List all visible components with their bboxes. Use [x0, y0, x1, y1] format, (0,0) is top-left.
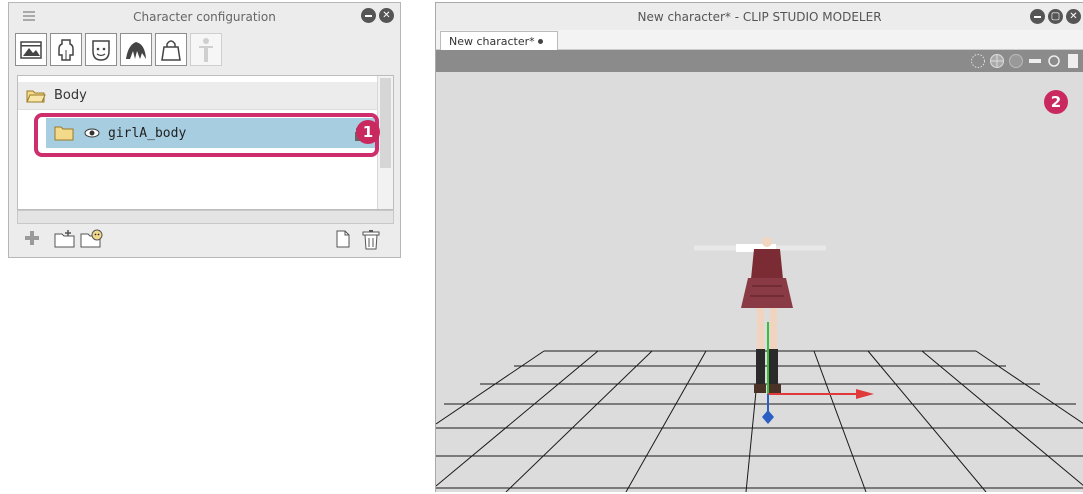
- 3d-viewport[interactable]: [436, 74, 1083, 492]
- panel-grip-icon[interactable]: [23, 11, 35, 21]
- hair-icon: [126, 41, 146, 59]
- modeler-window: New character* - CLIP STUDIO MODELER ▢ ✕…: [435, 2, 1083, 492]
- tree-group-label: Body: [54, 88, 87, 103]
- highlight-frame: [34, 113, 379, 157]
- new-page-icon[interactable]: [335, 229, 351, 252]
- axis-gizmo: [762, 322, 874, 424]
- new-folder-icon[interactable]: [53, 229, 77, 252]
- callout-badge-1: 1: [356, 120, 380, 144]
- unsaved-dot-icon[interactable]: [538, 39, 543, 44]
- bag-icon: [161, 39, 181, 61]
- point-display-icon[interactable]: [970, 53, 986, 69]
- head-parts-button[interactable]: [85, 33, 117, 66]
- panel-title-bar[interactable]: Character configuration ✕: [9, 3, 400, 31]
- character-right-shoe: [769, 384, 781, 393]
- panel-bottom-toolbar: [9, 223, 400, 257]
- trash-icon[interactable]: [361, 229, 381, 254]
- wireframe-sphere-icon[interactable]: [989, 53, 1005, 69]
- character-skirt: [741, 278, 793, 308]
- maximize-icon[interactable]: ▢: [1048, 9, 1063, 24]
- background-parts-button[interactable]: [15, 33, 47, 66]
- minimize-icon[interactable]: [1030, 9, 1045, 24]
- landscape-icon: [20, 40, 42, 59]
- character-left-sock: [756, 349, 765, 385]
- panel-title: Character configuration: [133, 10, 276, 24]
- close-icon[interactable]: ✕: [1066, 9, 1081, 24]
- bone-icon[interactable]: [1027, 53, 1043, 69]
- window-title: New character* - CLIP STUDIO MODELER: [637, 9, 882, 24]
- character-right-sock: [769, 349, 778, 385]
- pose-parts-button[interactable]: [190, 33, 222, 66]
- view-toolbar: [436, 50, 1083, 72]
- parts-toolbar: [15, 33, 222, 66]
- window-title-bar[interactable]: New character* - CLIP STUDIO MODELER ▢ ✕: [436, 3, 1083, 30]
- panel-toggle-icon[interactable]: [1065, 53, 1081, 69]
- z-axis-marker: [762, 410, 774, 424]
- character-head: [762, 237, 772, 247]
- minimize-icon[interactable]: [361, 8, 376, 23]
- accessory-parts-button[interactable]: [155, 33, 187, 66]
- open-folder-icon: [26, 90, 46, 102]
- 3d-scene[interactable]: [436, 74, 1083, 492]
- head-icon[interactable]: [1046, 53, 1062, 69]
- import-folder-icon[interactable]: [79, 229, 105, 252]
- callout-badge-2: 2: [1044, 90, 1068, 114]
- tree-horizontal-scrollbar[interactable]: [17, 210, 394, 224]
- document-tab-strip: New character*: [436, 30, 1083, 50]
- tab-label: New character*: [449, 34, 535, 48]
- x-axis-arrow: [856, 389, 874, 399]
- close-icon[interactable]: ✕: [379, 8, 394, 23]
- tree-vertical-scrollbar[interactable]: [377, 76, 393, 209]
- character-left-leg: [757, 308, 764, 350]
- character-right-leg: [770, 308, 777, 350]
- character-model: [694, 237, 826, 393]
- body-parts-button[interactable]: [50, 33, 82, 66]
- body-icon: [58, 38, 74, 61]
- figure-icon: [199, 37, 213, 62]
- tree-group-body[interactable]: Body: [18, 82, 378, 110]
- tab-new-character[interactable]: New character*: [440, 31, 558, 50]
- shaded-sphere-icon[interactable]: [1008, 53, 1024, 69]
- character-vest: [751, 249, 783, 279]
- character-left-shoe: [754, 384, 766, 393]
- add-icon[interactable]: [23, 229, 41, 250]
- hair-parts-button[interactable]: [120, 33, 152, 66]
- face-icon: [92, 39, 110, 61]
